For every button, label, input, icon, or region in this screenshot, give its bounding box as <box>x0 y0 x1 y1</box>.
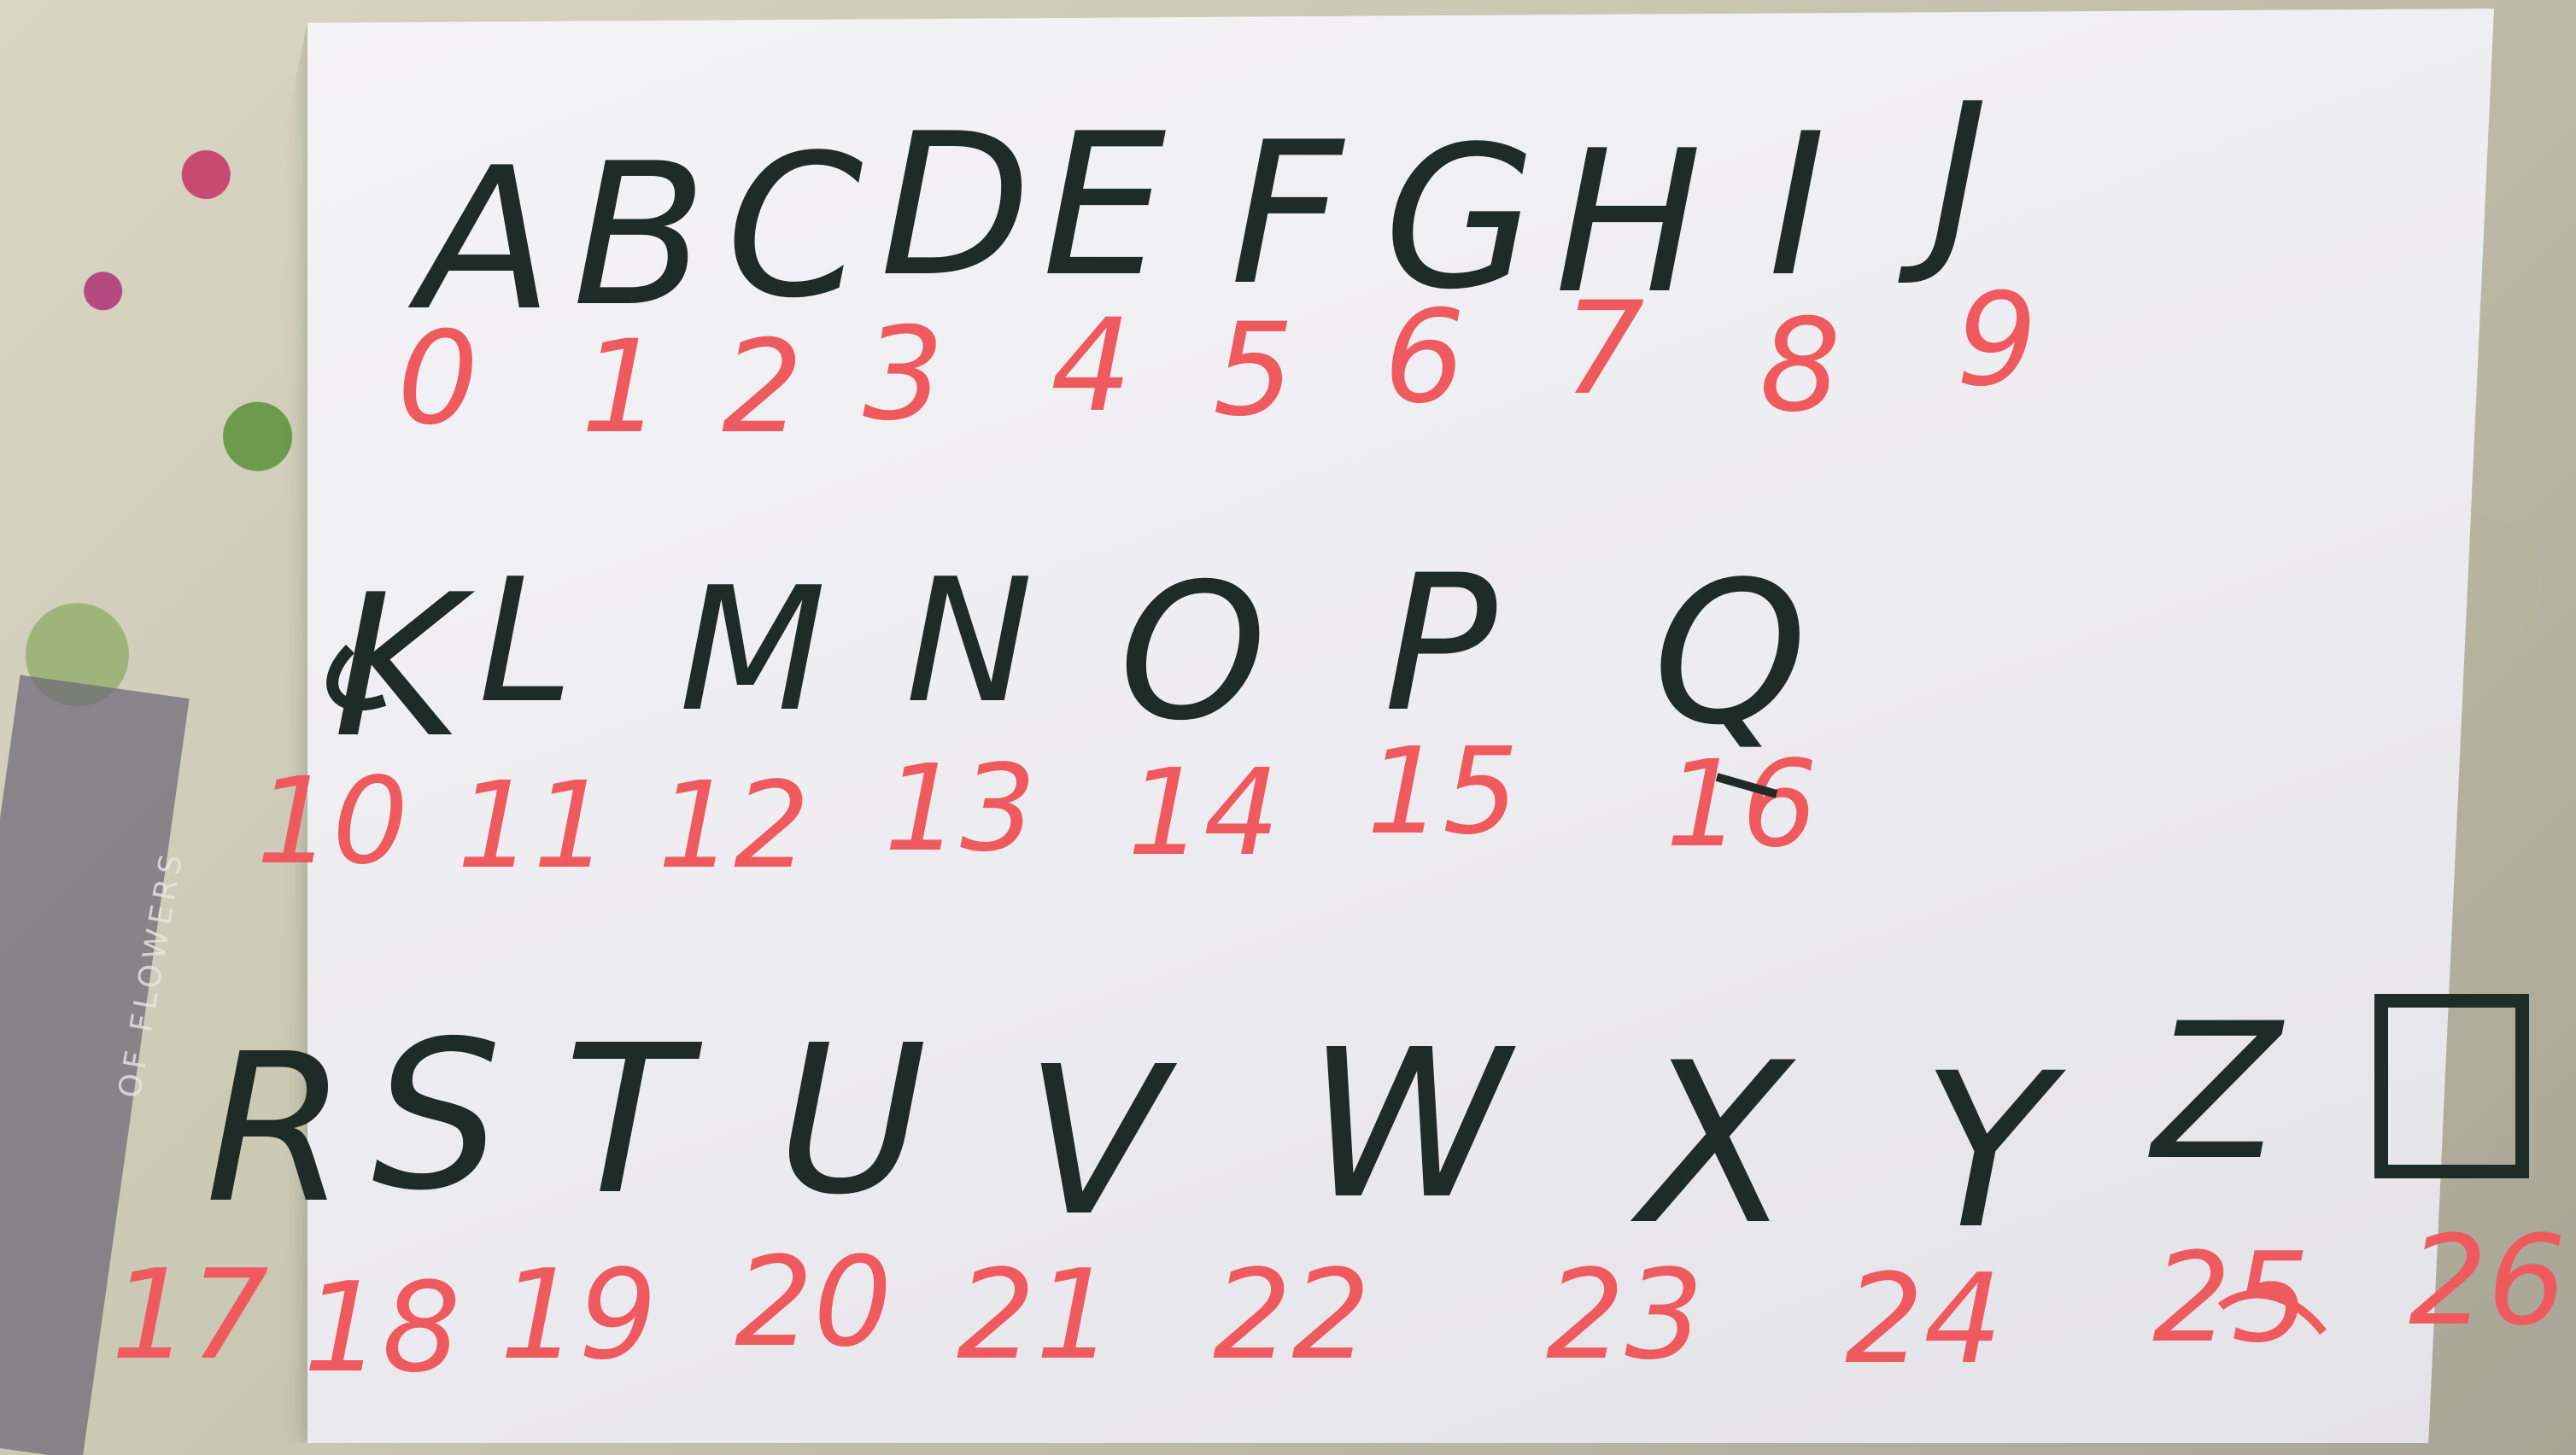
letter-p: P <box>1384 535 1497 753</box>
letter-m: M <box>679 551 827 750</box>
letter-x: X <box>1630 1016 1796 1274</box>
letter-e: E <box>1042 92 1166 320</box>
letter-l: L <box>478 542 573 741</box>
number-17: 17 <box>111 1243 269 1388</box>
letter-t: T <box>564 1001 703 1240</box>
letter-s: S <box>372 996 501 1236</box>
letter-j: J <box>1898 62 1988 290</box>
number-0: 0 <box>397 305 478 453</box>
number-16: 16 <box>1666 735 1818 874</box>
row1-letters: A B C D E F G H I J <box>407 62 1988 354</box>
number-1: 1 <box>581 313 662 462</box>
row2-letters: K L M N O P Q <box>333 535 1807 781</box>
number-4: 4 <box>1051 292 1132 441</box>
number-21: 21 <box>957 1243 1115 1388</box>
number-23: 23 <box>1546 1243 1704 1388</box>
number-3: 3 <box>863 301 944 449</box>
letter-k: K <box>333 553 476 781</box>
number-22: 22 <box>1213 1243 1371 1388</box>
number-6: 6 <box>1384 283 1465 432</box>
letter-q: Q <box>1653 541 1807 768</box>
letter-r: R <box>205 1009 348 1248</box>
letter-z: Z <box>2148 983 2285 1201</box>
number-12: 12 <box>658 757 810 896</box>
number-13: 13 <box>884 739 1036 879</box>
letter-v: V <box>1025 1022 1178 1261</box>
letter-f: F <box>1230 101 1345 329</box>
number-26: 26 <box>2409 1209 2567 1353</box>
number-7: 7 <box>1563 275 1644 424</box>
number-9: 9 <box>1956 266 2037 415</box>
number-10: 10 <box>256 752 408 891</box>
number-5: 5 <box>1213 296 1294 445</box>
number-15: 15 <box>1367 722 1519 862</box>
letter-u: U <box>777 1001 928 1240</box>
empty-box-symbol <box>2374 994 2529 1178</box>
number-11: 11 <box>457 757 609 896</box>
number-8: 8 <box>1759 292 1841 441</box>
number-19: 19 <box>500 1243 658 1388</box>
letter-o: O <box>1119 543 1267 762</box>
number-18: 18 <box>303 1256 461 1400</box>
letter-n: N <box>905 542 1033 741</box>
letter-w: W <box>1307 1005 1516 1244</box>
letter-i: I <box>1768 92 1826 320</box>
letter-y: Y <box>1922 1027 2066 1276</box>
number-20: 20 <box>735 1230 893 1375</box>
letter-d: D <box>880 92 1031 320</box>
number-24: 24 <box>1845 1248 2003 1392</box>
row2-numbers: 10 11 12 13 14 15 16 <box>256 722 1818 896</box>
number-14: 14 <box>1127 744 1279 883</box>
photo-scene: OF FLOWERS A B C D E F G H I J 0 1 2 3 4… <box>0 0 2576 1455</box>
handwritten-chart: A B C D E F G H I J 0 1 2 3 4 5 6 7 8 9 … <box>111 62 2567 1400</box>
letter-c: C <box>726 114 864 342</box>
number-2: 2 <box>722 313 803 462</box>
